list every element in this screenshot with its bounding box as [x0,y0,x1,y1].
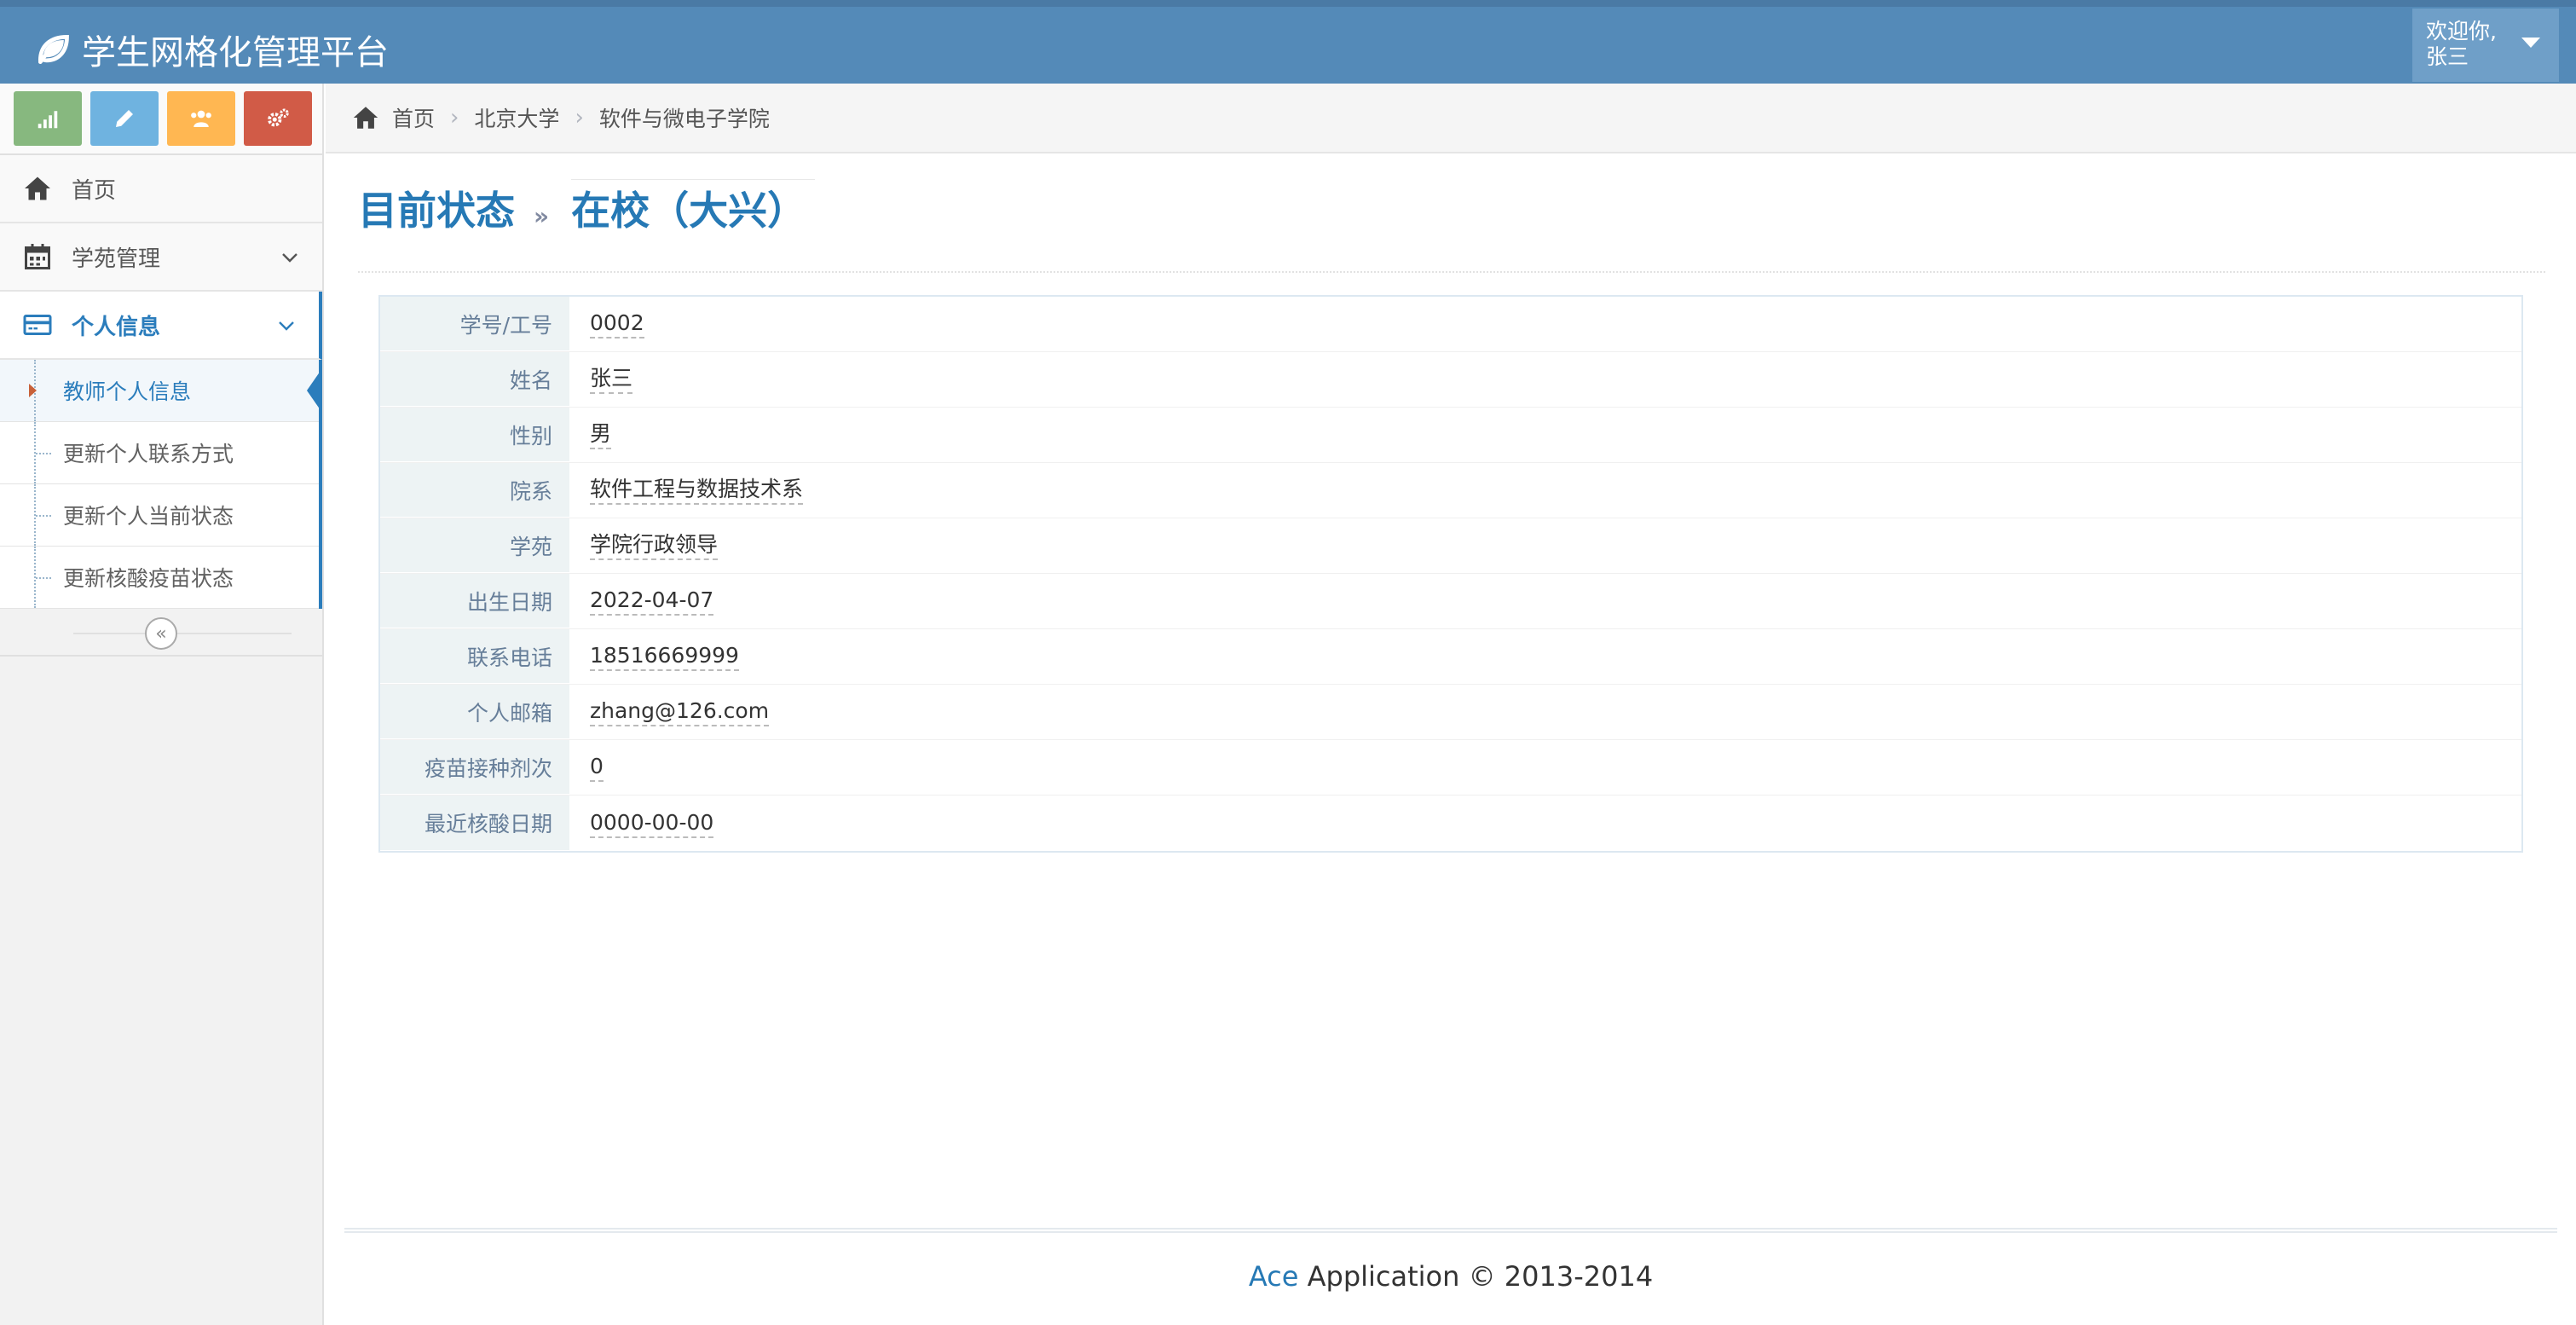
profile-label: 疫苗接种剂次 [380,740,569,795]
submenu-item-label: 教师个人信息 [63,379,192,404]
submenu-item-teacher-info[interactable]: 教师个人信息 [0,360,322,422]
profile-value[interactable]: 18516669999 [590,642,739,671]
profile-label: 学苑 [380,518,569,573]
profile-value[interactable]: zhang@126.com [590,697,770,726]
sidebar-item-home[interactable]: 首页 [0,155,322,223]
leaf-icon [38,34,69,65]
chevron-down-icon [282,253,297,263]
profile-label: 最近核酸日期 [380,796,569,851]
pencil-icon [116,110,133,127]
profile-value[interactable]: 0000-00-00 [590,809,714,838]
profile-value[interactable]: 学院行政领导 [590,531,719,560]
footer-brand: Ace [1248,1260,1299,1293]
profile-label: 学号/工号 [380,297,569,351]
shortcut-pencil-button[interactable] [90,91,159,146]
sidebar-item-academy[interactable]: 学苑管理 [0,223,322,292]
page-title-separator: » [534,202,550,230]
profile-user-info: 学号/工号 0002 姓名 张三 性别男 院系 软件工程与数据技术系 学苑 学院行政领导… [378,295,2523,853]
user-name: 张三 [2426,44,2469,69]
profile-value[interactable]: 张三 [590,365,633,394]
profile-label: 院系 [380,463,569,518]
submenu-item-update-status[interactable]: 更新个人当前状态 [0,484,319,547]
sidebar: 首页 学苑管理 个人信息 教师个人信息 更新个人联系方式 更新个人当前状态 更新… [0,84,324,1325]
page-title-label: 目前状态 [358,188,515,234]
shortcut-users-button[interactable] [167,91,235,146]
home-icon [353,107,378,129]
page-header: 目前状态 » 在校（大兴） [358,179,2545,273]
breadcrumb: 首页 › 北京大学 › 软件与微电子学院 [326,84,2576,153]
caret-down-icon [2521,38,2540,48]
users-icon [191,110,211,127]
breadcrumb-university[interactable]: 北京大学 [474,102,559,133]
credit-card-icon [23,315,52,335]
profile-row-name: 姓名 张三 [380,352,2521,408]
profile-row-gender: 性别男 [380,408,2521,463]
top-navbar: 学生网格化管理平台 欢迎你, 张三 [0,0,2576,84]
sidebar-item-label: 学苑管理 [72,246,161,272]
home-icon [25,176,50,200]
cogs-icon [268,108,289,127]
profile-row-id: 学号/工号 0002 [380,297,2521,352]
profile-row-last-test-date: 最近核酸日期 0000-00-00 [380,796,2521,851]
profile-label: 个人邮箱 [380,685,569,739]
profile-row-email: 个人邮箱 zhang@126.com [380,685,2521,740]
profile-row-phone: 联系电话 18516669999 [380,629,2521,685]
profile-value[interactable]: 男 [590,420,612,449]
profile-label: 姓名 [380,352,569,407]
brand[interactable]: 学生网格化管理平台 [34,19,389,80]
submenu-item-label: 更新个人联系方式 [63,442,234,466]
profile-value[interactable]: 0 [590,753,604,782]
profile-label: 联系电话 [380,629,569,684]
profile-row-academy: 学苑 学院行政领导 [380,518,2521,574]
footer: Ace Application © 2013-2014 [344,1228,2557,1325]
chevron-down-icon [279,321,294,331]
profile-value[interactable]: 2022-04-07 [590,587,714,616]
profile-label: 出生日期 [380,574,569,628]
breadcrumb-school: 软件与微电子学院 [598,107,770,131]
submenu-item-update-contact[interactable]: 更新个人联系方式 [0,422,319,484]
shortcut-cogs-button[interactable] [244,91,312,146]
profile-label: 性别 [380,408,569,462]
sidebar-item-label: 个人信息 [72,314,161,340]
submenu-item-label: 更新核酸疫苗状态 [63,566,234,591]
current-status: 在校（大兴） [571,179,816,236]
sidebar-shortcuts [0,84,322,155]
shortcut-signal-button[interactable] [14,91,82,146]
submenu-item-update-vaccine[interactable]: 更新核酸疫苗状态 [0,547,319,609]
sidebar-item-personal-info[interactable]: 个人信息 [0,292,322,360]
profile-row-vaccine-doses: 疫苗接种剂次 0 [380,740,2521,796]
calendar-icon [25,244,50,269]
page-title: 目前状态 » 在校（大兴） [358,179,2545,236]
breadcrumb-home[interactable]: 首页 [392,102,435,133]
submenu-item-label: 更新个人当前状态 [63,504,234,529]
app-title: 学生网格化管理平台 [82,33,389,72]
personal-info-submenu: 教师个人信息 更新个人联系方式 更新个人当前状态 更新核酸疫苗状态 [0,360,322,609]
double-chevron-left-icon[interactable]: « [145,617,177,650]
profile-value[interactable]: 0002 [590,310,644,338]
signal-icon [38,111,58,129]
caret-right-icon [29,384,37,397]
user-menu[interactable]: 欢迎你, 张三 [2412,9,2559,82]
sidebar-item-label: 首页 [72,177,117,204]
profile-row-department: 院系 软件工程与数据技术系 [380,463,2521,518]
footer-text: Application © 2013-2014 [1298,1260,1654,1293]
sidebar-collapse: « [0,609,322,657]
profile-value[interactable]: 软件工程与数据技术系 [590,476,804,505]
profile-row-birthdate: 出生日期 2022-04-07 [380,574,2521,629]
